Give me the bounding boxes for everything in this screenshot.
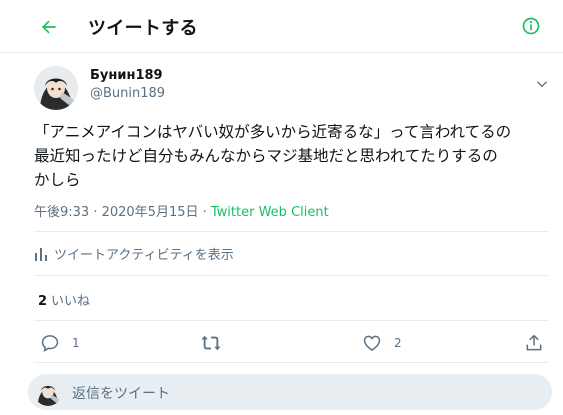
avatar-image [34,66,78,110]
reply-input[interactable]: 返信をツイート [72,383,170,403]
header: ツイートする [0,0,563,53]
avatar [34,378,62,406]
like-icon [363,335,381,351]
like-count: 2 [394,336,402,350]
more-options-button[interactable] [532,74,552,94]
retweet-button[interactable] [200,333,222,353]
tweet-activity-link[interactable]: ツイートアクティビティを表示 [34,244,234,263]
like-button[interactable]: 2 [362,333,402,353]
tweet-activity-label: ツイートアクティビティを表示 [54,248,234,263]
tweet-timestamp[interactable]: 午後9:33 · 2020年5月15日 · [34,205,211,220]
divider [34,362,548,363]
page-title: ツイートする [88,18,198,39]
author-name[interactable]: Бунин189 [90,68,163,83]
share-icon [526,334,542,351]
tweet-meta: 午後9:33 · 2020年5月15日 · Twitter Web Client [34,201,329,220]
likes-label: いいね [51,294,91,309]
likes-summary[interactable]: 2 いいね [38,290,90,309]
bar-chart-icon [35,247,47,261]
avatar-image [34,378,62,406]
back-button[interactable] [34,12,64,42]
info-button[interactable] [517,12,545,40]
tweet-text: 「アニメアイコンはヤバい奴が多いから近寄るな」って言われてるの 最近知ったけど自… [34,123,512,189]
share-button[interactable] [524,333,544,353]
chevron-down-icon [536,81,548,88]
divider [34,275,548,276]
author-handle[interactable]: @Bunin189 [90,86,165,101]
reply-icon [41,335,59,352]
likes-count: 2 [38,294,48,309]
reply-count: 1 [72,336,80,350]
divider [34,231,548,232]
info-icon [522,17,540,35]
tweet-client-link[interactable]: Twitter Web Client [211,205,329,220]
reply-compose-bar[interactable]: 返信をツイート [28,374,552,410]
retweet-icon [201,335,221,351]
divider [34,320,548,321]
reply-button[interactable]: 1 [40,333,80,353]
avatar[interactable] [34,66,78,110]
back-arrow-icon [42,20,56,34]
